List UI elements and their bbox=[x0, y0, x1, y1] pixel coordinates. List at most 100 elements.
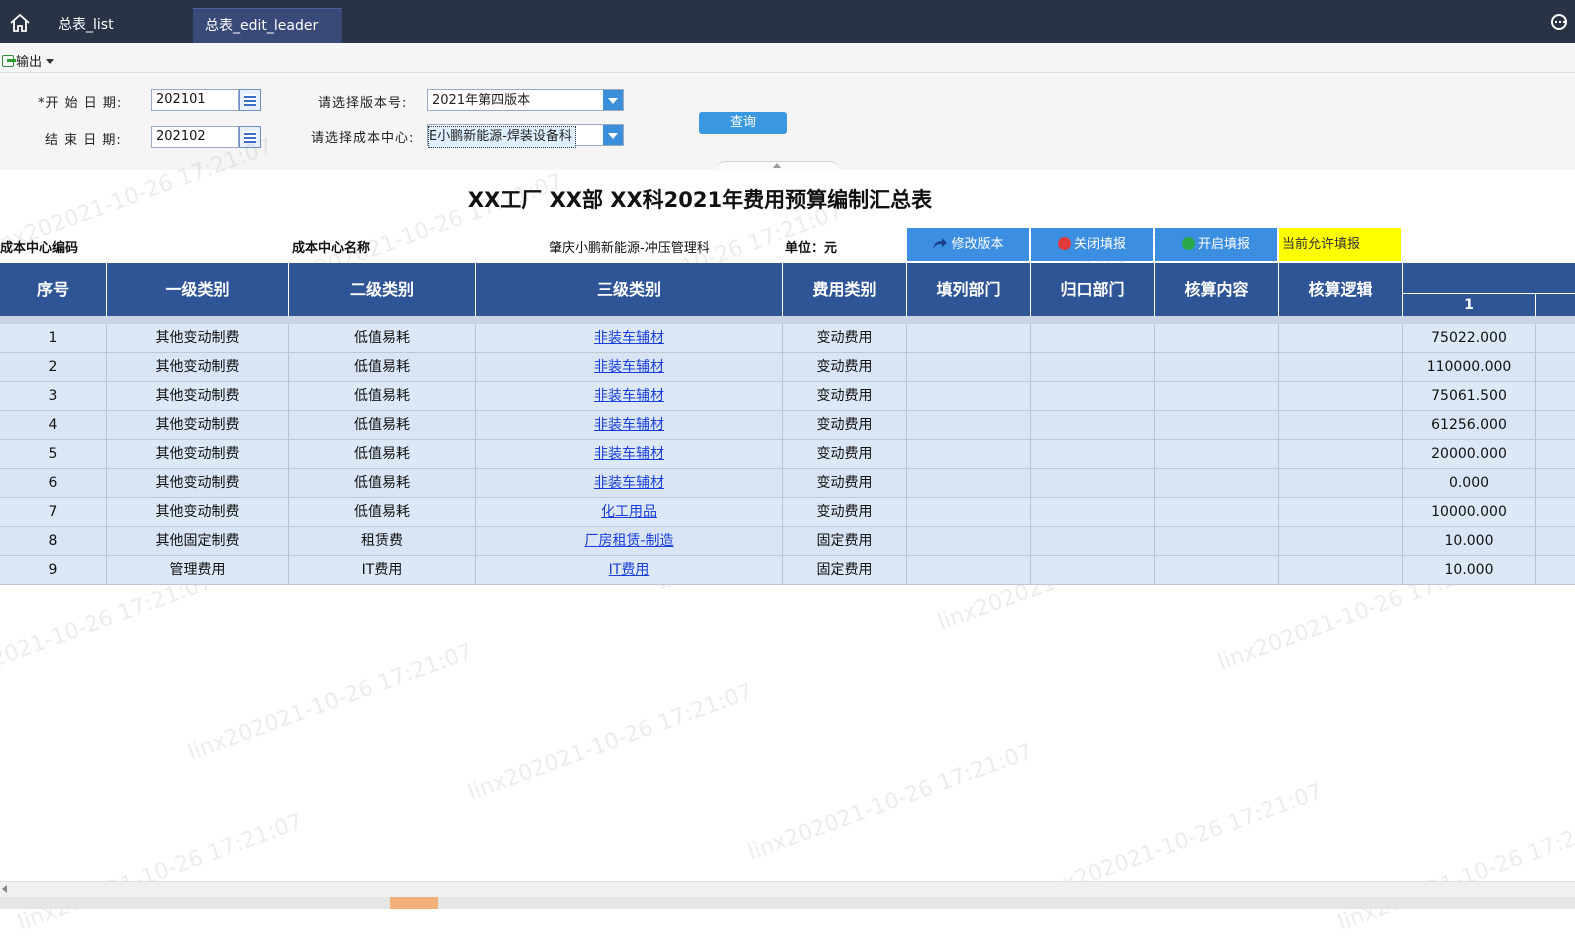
table-cell[interactable]: 75022.000 bbox=[1403, 324, 1536, 352]
table-cell[interactable] bbox=[907, 469, 1031, 497]
category-link[interactable]: IT费用 bbox=[609, 562, 650, 578]
chevron-down-icon[interactable] bbox=[603, 90, 623, 110]
table-cell[interactable]: 低值易耗 bbox=[289, 498, 476, 526]
tab-list[interactable]: 总表_list bbox=[46, 8, 186, 43]
table-cell[interactable] bbox=[1155, 527, 1279, 555]
category-link[interactable]: 化工用品 bbox=[601, 504, 657, 520]
table-cell[interactable] bbox=[1536, 353, 1575, 381]
table-cell[interactable] bbox=[1279, 527, 1403, 555]
tab-edit-leader[interactable]: 总表_edit_leader bbox=[193, 8, 342, 43]
table-cell[interactable]: 低值易耗 bbox=[289, 353, 476, 381]
table-cell[interactable] bbox=[1279, 324, 1403, 352]
table-cell[interactable]: 低值易耗 bbox=[289, 382, 476, 410]
table-cell[interactable]: 变动费用 bbox=[783, 324, 907, 352]
version-select[interactable]: 2021年第四版本 bbox=[427, 89, 624, 111]
column-header[interactable]: 归口部门 bbox=[1031, 263, 1155, 316]
table-cell[interactable] bbox=[1031, 469, 1155, 497]
table-cell[interactable] bbox=[1155, 469, 1279, 497]
table-cell[interactable]: 6 bbox=[0, 469, 107, 497]
table-row[interactable]: 4 其他变动制费 低值易耗 非装车辅材 变动费用 61256.000 bbox=[0, 411, 1575, 440]
table-cell[interactable]: 2 bbox=[0, 353, 107, 381]
table-cell[interactable] bbox=[1155, 556, 1279, 584]
table-cell[interactable] bbox=[1536, 469, 1575, 497]
sheet-tab-indicator[interactable] bbox=[390, 897, 438, 909]
table-cell[interactable]: 75061.500 bbox=[1403, 382, 1536, 410]
cost-center-select[interactable]: E小鹏新能源-焊装设备科 bbox=[427, 124, 624, 148]
table-cell[interactable]: 其他变动制费 bbox=[107, 411, 289, 439]
table-cell[interactable] bbox=[1155, 324, 1279, 352]
column-header[interactable]: 序号 bbox=[0, 263, 107, 316]
table-cell[interactable]: 4 bbox=[0, 411, 107, 439]
table-cell[interactable] bbox=[1536, 382, 1575, 410]
table-cell[interactable]: 低值易耗 bbox=[289, 440, 476, 468]
table-cell[interactable]: 9 bbox=[0, 556, 107, 584]
table-cell[interactable]: IT费用 bbox=[289, 556, 476, 584]
collapse-toggle[interactable] bbox=[716, 161, 840, 171]
column-header[interactable]: 核算逻辑 bbox=[1279, 263, 1403, 316]
table-cell[interactable] bbox=[1031, 440, 1155, 468]
category-link[interactable]: 非装车辅材 bbox=[594, 330, 664, 346]
table-cell[interactable] bbox=[1279, 382, 1403, 410]
table-cell[interactable]: 1 bbox=[0, 324, 107, 352]
open-fill-button[interactable]: 开启填报 bbox=[1155, 228, 1277, 261]
table-row[interactable]: 9 管理费用 IT费用 IT费用 固定费用 10.000 bbox=[0, 556, 1575, 585]
scroll-left-icon[interactable] bbox=[2, 885, 7, 893]
table-cell[interactable] bbox=[1536, 556, 1575, 584]
category-link[interactable]: 非装车辅材 bbox=[594, 359, 664, 375]
table-row[interactable]: 2 其他变动制费 低值易耗 非装车辅材 变动费用 110000.000 bbox=[0, 353, 1575, 382]
table-row[interactable]: 1 其他变动制费 低值易耗 非装车辅材 变动费用 75022.000 bbox=[0, 324, 1575, 353]
column-header[interactable]: 三级类别 bbox=[476, 263, 783, 316]
table-cell[interactable]: 租赁费 bbox=[289, 527, 476, 555]
modify-version-button[interactable]: 修改版本 bbox=[907, 228, 1029, 261]
table-cell[interactable] bbox=[907, 382, 1031, 410]
table-cell[interactable]: 变动费用 bbox=[783, 440, 907, 468]
export-menu[interactable]: 输出 bbox=[2, 51, 55, 70]
table-cell[interactable] bbox=[1031, 411, 1155, 439]
table-cell[interactable] bbox=[907, 411, 1031, 439]
calendar-icon[interactable] bbox=[239, 126, 261, 148]
table-cell[interactable]: 其他变动制费 bbox=[107, 469, 289, 497]
table-cell[interactable]: 20000.000 bbox=[1403, 440, 1536, 468]
table-cell[interactable]: 低值易耗 bbox=[289, 411, 476, 439]
table-cell[interactable] bbox=[1031, 324, 1155, 352]
table-cell[interactable]: 61256.000 bbox=[1403, 411, 1536, 439]
table-cell[interactable] bbox=[1155, 353, 1279, 381]
table-cell[interactable]: 10.000 bbox=[1403, 527, 1536, 555]
table-cell[interactable] bbox=[1031, 353, 1155, 381]
calendar-icon[interactable] bbox=[239, 89, 261, 111]
table-cell[interactable] bbox=[1155, 498, 1279, 526]
table-cell[interactable] bbox=[907, 440, 1031, 468]
end-date-input[interactable]: 202102 bbox=[151, 126, 239, 148]
table-row[interactable]: 6 其他变动制费 低值易耗 非装车辅材 变动费用 0.000 bbox=[0, 469, 1575, 498]
table-cell[interactable]: 变动费用 bbox=[783, 411, 907, 439]
column-header[interactable]: 填列部门 bbox=[907, 263, 1031, 316]
table-cell[interactable]: 固定费用 bbox=[783, 556, 907, 584]
table-cell[interactable]: 110000.000 bbox=[1403, 353, 1536, 381]
horizontal-scrollbar[interactable] bbox=[0, 881, 1575, 897]
column-header[interactable]: 一级类别 bbox=[107, 263, 289, 316]
table-cell[interactable]: 其他固定制费 bbox=[107, 527, 289, 555]
table-cell[interactable] bbox=[1279, 353, 1403, 381]
table-cell[interactable]: 低值易耗 bbox=[289, 469, 476, 497]
table-cell[interactable] bbox=[1279, 498, 1403, 526]
table-cell[interactable] bbox=[1031, 382, 1155, 410]
start-date-input[interactable]: 202101 bbox=[151, 89, 239, 111]
table-cell[interactable] bbox=[1155, 440, 1279, 468]
table-cell[interactable]: 固定费用 bbox=[783, 527, 907, 555]
more-circle-icon[interactable] bbox=[1551, 14, 1567, 30]
table-cell[interactable] bbox=[1031, 527, 1155, 555]
table-cell[interactable]: 低值易耗 bbox=[289, 324, 476, 352]
table-cell[interactable]: 其他变动制费 bbox=[107, 440, 289, 468]
table-row[interactable]: 8 其他固定制费 租赁费 厂房租赁-制造 固定费用 10.000 bbox=[0, 527, 1575, 556]
chevron-down-icon[interactable] bbox=[603, 125, 623, 145]
table-cell[interactable] bbox=[907, 324, 1031, 352]
category-link[interactable]: 非装车辅材 bbox=[594, 417, 664, 433]
close-fill-button[interactable]: 关闭填报 bbox=[1031, 228, 1153, 261]
table-cell[interactable] bbox=[1155, 382, 1279, 410]
category-link[interactable]: 非装车辅材 bbox=[594, 475, 664, 491]
home-icon[interactable] bbox=[8, 12, 32, 34]
column-header[interactable]: 费用类别 bbox=[783, 263, 907, 316]
table-cell[interactable] bbox=[907, 353, 1031, 381]
table-cell[interactable]: 变动费用 bbox=[783, 382, 907, 410]
table-cell[interactable]: 其他变动制费 bbox=[107, 382, 289, 410]
